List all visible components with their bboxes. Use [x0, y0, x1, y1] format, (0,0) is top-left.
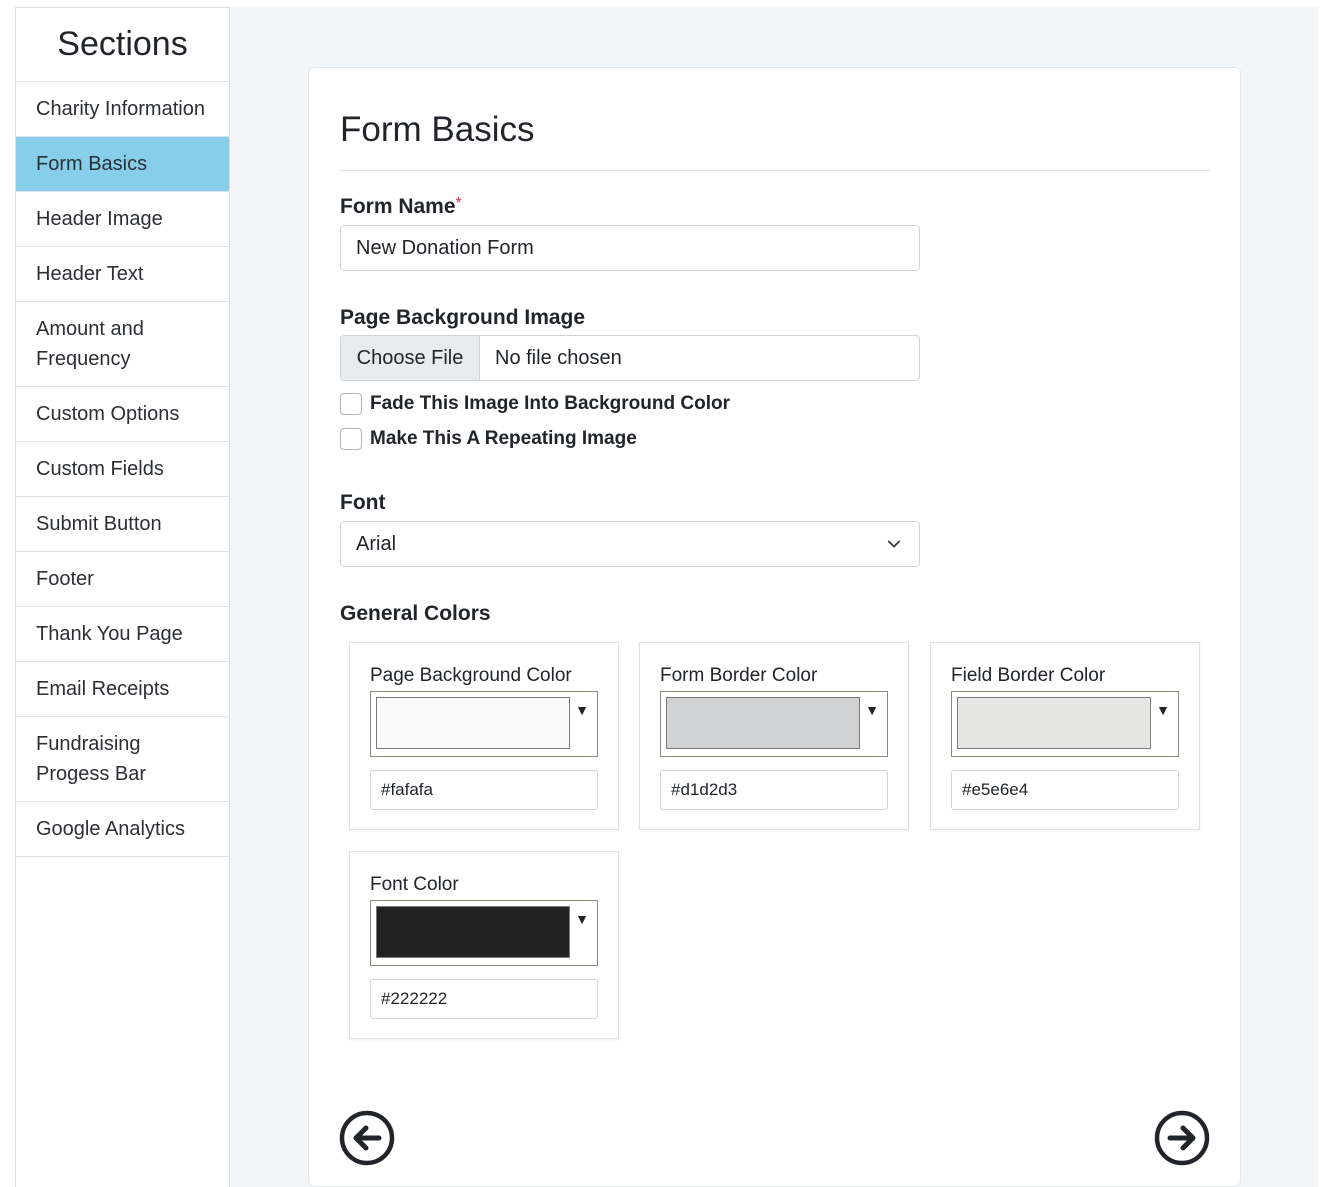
- font-color-swatch: [376, 906, 570, 958]
- arrow-right-circle-icon[interactable]: [1154, 1110, 1210, 1166]
- caret-down-icon: ▼: [865, 702, 879, 718]
- form-border-color-hex-input[interactable]: [660, 770, 888, 810]
- form-basics-card: Form Basics Form Name* Page Background I…: [308, 67, 1241, 1187]
- field-border-color-picker[interactable]: ▼: [951, 691, 1179, 757]
- sidebar-item-header-text[interactable]: Header Text: [16, 247, 229, 302]
- background-image-label: Page Background Image: [340, 306, 586, 329]
- field-border-color-swatch: [957, 697, 1151, 749]
- background-image-file-input[interactable]: Choose File No file chosen: [340, 335, 920, 381]
- title-divider: [340, 170, 1210, 171]
- sidebar-item-custom-fields[interactable]: Custom Fields: [16, 442, 229, 497]
- caret-down-icon: ▼: [1156, 702, 1170, 718]
- sidebar-item-fundraising-progess-bar[interactable]: Fundraising Progess Bar: [16, 717, 229, 802]
- general-colors-label: General Colors: [340, 602, 491, 625]
- arrow-left-circle-icon[interactable]: [339, 1110, 395, 1166]
- font-color-picker[interactable]: ▼: [370, 900, 598, 966]
- page-background-color-label: Page Background Color: [370, 665, 572, 686]
- fade-image-checkbox-label[interactable]: Fade This Image Into Background Color: [370, 393, 730, 415]
- page-background-color-hex-input[interactable]: [370, 770, 598, 810]
- sidebar-item-email-receipts[interactable]: Email Receipts: [16, 662, 229, 717]
- sidebar-item-form-basics[interactable]: Form Basics: [16, 137, 229, 192]
- sidebar-item-google-analytics[interactable]: Google Analytics: [16, 802, 229, 857]
- form-border-color-picker[interactable]: ▼: [660, 691, 888, 757]
- sections-sidebar: Sections Charity Information Form Basics H…: [15, 7, 230, 1187]
- caret-down-icon: ▼: [575, 702, 589, 718]
- sidebar-item-amount-and-frequency[interactable]: Amount and Frequency: [16, 302, 229, 387]
- sidebar-item-header-image[interactable]: Header Image: [16, 192, 229, 247]
- sidebar-title: Sections: [16, 8, 229, 82]
- page-background-color-swatch: [376, 697, 570, 749]
- form-border-color-card: Form Border Color ▼: [639, 642, 909, 830]
- caret-down-icon: ▼: [575, 911, 589, 927]
- required-marker: *: [455, 195, 462, 212]
- sidebar-item-thank-you-page[interactable]: Thank You Page: [16, 607, 229, 662]
- form-name-input[interactable]: [340, 225, 920, 271]
- form-name-label: Form Name*: [340, 195, 462, 219]
- file-status-text: No file chosen: [495, 347, 622, 369]
- sidebar-item-submit-button[interactable]: Submit Button: [16, 497, 229, 552]
- field-border-color-label: Field Border Color: [951, 665, 1106, 686]
- form-border-color-label: Form Border Color: [660, 665, 818, 686]
- page-title: Form Basics: [340, 110, 535, 149]
- fade-image-checkbox[interactable]: [340, 393, 362, 415]
- page-background-color-card: Page Background Color ▼: [349, 642, 619, 830]
- field-border-color-card: Field Border Color ▼: [930, 642, 1200, 830]
- repeat-image-checkbox[interactable]: [340, 428, 362, 450]
- chevron-down-icon: [887, 540, 901, 548]
- choose-file-button[interactable]: Choose File: [341, 336, 480, 380]
- sidebar-item-footer[interactable]: Footer: [16, 552, 229, 607]
- font-select[interactable]: Arial: [340, 521, 920, 567]
- sidebar-item-charity-information[interactable]: Charity Information: [16, 82, 229, 137]
- repeat-image-checkbox-label[interactable]: Make This A Repeating Image: [370, 428, 637, 450]
- form-name-label-text: Form Name: [340, 195, 456, 218]
- repeat-image-checkbox-row: Make This A Repeating Image: [340, 428, 637, 450]
- font-label: Font: [340, 491, 386, 514]
- sidebar-item-custom-options[interactable]: Custom Options: [16, 387, 229, 442]
- font-select-value: Arial: [356, 533, 397, 555]
- fade-image-checkbox-row: Fade This Image Into Background Color: [340, 393, 730, 415]
- form-border-color-swatch: [666, 697, 860, 749]
- page-background-color-picker[interactable]: ▼: [370, 691, 598, 757]
- font-color-label: Font Color: [370, 874, 459, 895]
- font-color-hex-input[interactable]: [370, 979, 598, 1019]
- field-border-color-hex-input[interactable]: [951, 770, 1179, 810]
- font-color-card: Font Color ▼: [349, 851, 619, 1039]
